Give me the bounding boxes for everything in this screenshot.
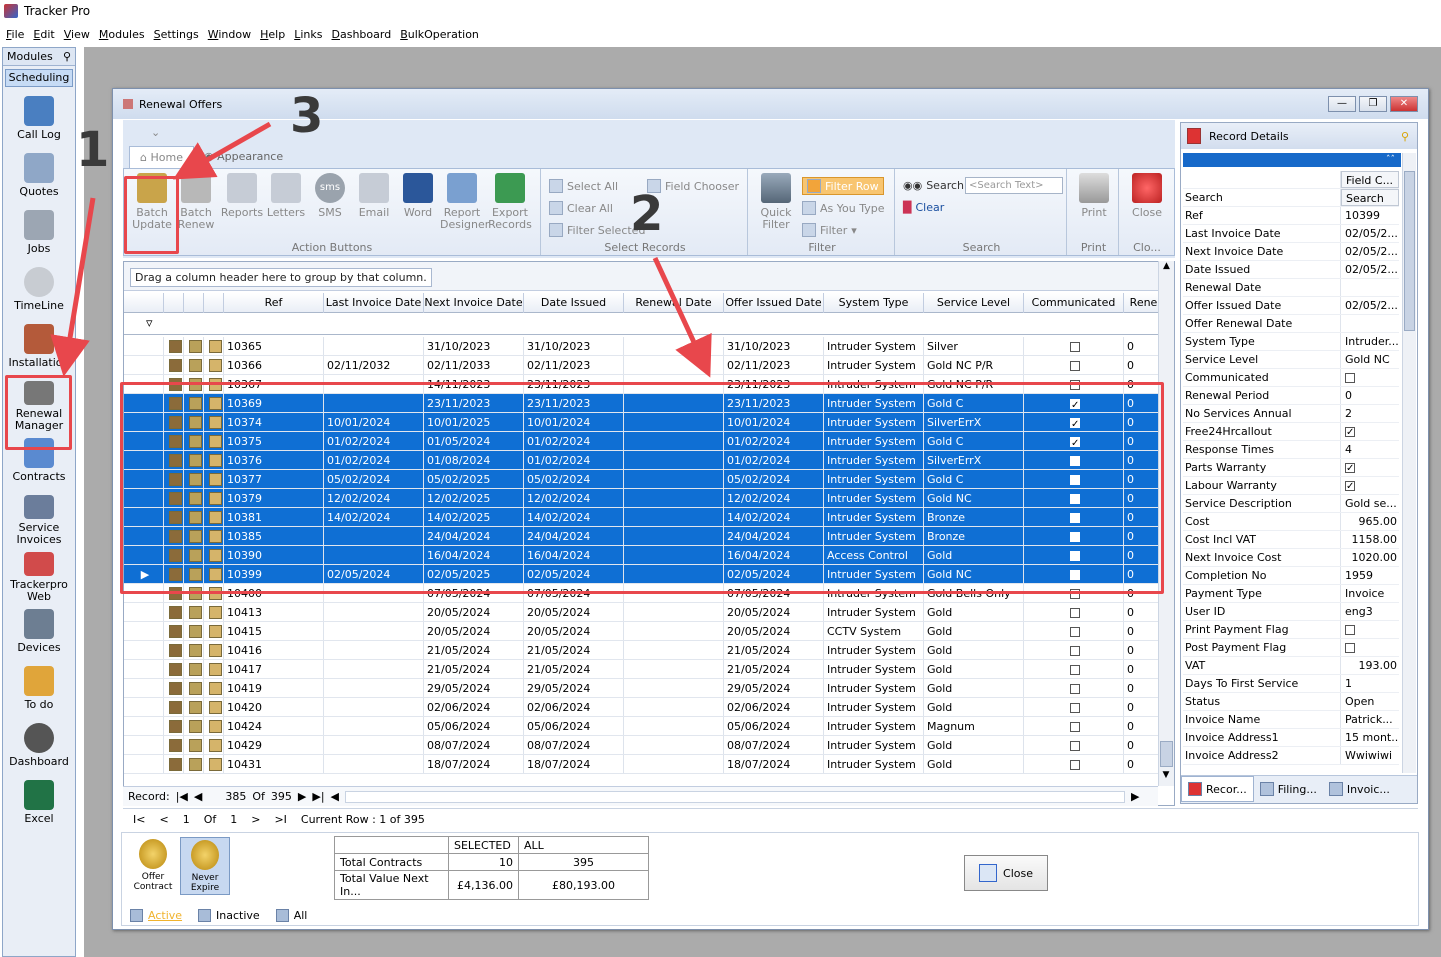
arrow-to-batch-update bbox=[172, 121, 272, 180]
arrow-to-selected-rows bbox=[652, 256, 712, 378]
arrow-to-renewal-manager bbox=[50, 197, 96, 377]
annotation-arrows bbox=[50, 121, 712, 378]
